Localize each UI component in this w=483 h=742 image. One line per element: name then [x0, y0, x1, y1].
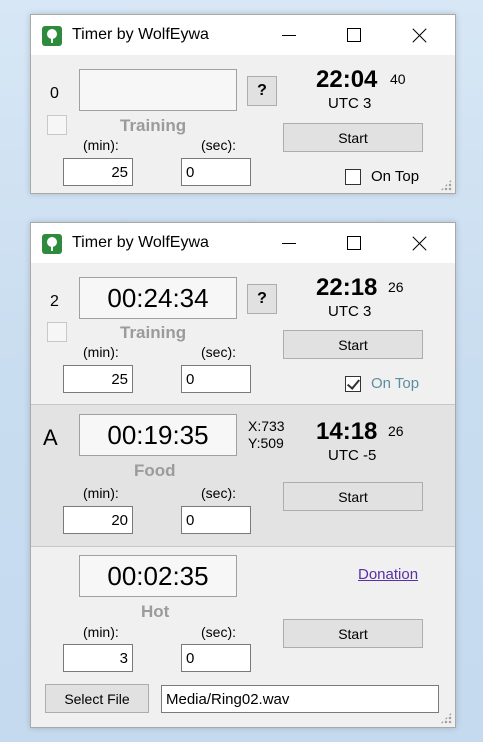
maximize-button[interactable] — [334, 229, 374, 257]
start-button[interactable]: Start — [283, 330, 423, 359]
sec-label: (sec): — [201, 624, 236, 640]
minutes-input[interactable]: 3 — [63, 644, 133, 672]
utc-label: UTC 3 — [328, 95, 372, 112]
minutes-input[interactable]: 20 — [63, 506, 133, 534]
sec-label: (sec): — [201, 137, 236, 153]
clock-seconds: 40 — [390, 71, 406, 87]
timer-display — [79, 69, 237, 111]
help-button[interactable]: ? — [247, 284, 277, 314]
clock-time: 22:18 — [316, 274, 378, 301]
coord-x: X:733 — [248, 418, 285, 434]
help-button[interactable]: ? — [247, 76, 277, 106]
min-label: (min): — [83, 485, 119, 501]
timer-panel-hot: 00:02:35 Donation Hot (min): (sec): 3 0 … — [31, 546, 455, 727]
timer-display: 00:24:34 — [79, 277, 237, 319]
sec-label: (sec): — [201, 344, 236, 360]
minutes-input[interactable]: 25 — [63, 158, 133, 186]
seconds-input[interactable]: 0 — [181, 158, 251, 186]
timer-counter: 0 — [50, 85, 59, 102]
start-button[interactable]: Start — [283, 619, 423, 648]
timer-letter: A — [43, 425, 58, 450]
timer-counter: 2 — [50, 293, 59, 310]
sec-label: (sec): — [201, 485, 236, 501]
resize-grip[interactable] — [440, 179, 452, 191]
start-button[interactable]: Start — [283, 123, 423, 152]
donation-link[interactable]: Donation — [358, 566, 418, 583]
min-label: (min): — [83, 137, 119, 153]
clock-time: 14:18 — [316, 418, 378, 445]
timer-name: Hot — [141, 602, 170, 621]
utc-label: UTC 3 — [328, 303, 372, 320]
timer-window-large: Timer by WolfEywa 2 00:24:34 ? 22:18 26 … — [30, 222, 456, 728]
coord-y: Y:509 — [248, 435, 284, 451]
tree-app-icon — [42, 26, 62, 46]
timer-enable-checkbox[interactable] — [47, 115, 67, 135]
min-label: (min): — [83, 344, 119, 360]
minutes-input[interactable]: 25 — [63, 365, 133, 393]
min-label: (min): — [83, 624, 119, 640]
close-button[interactable] — [399, 229, 439, 257]
timer-name: Training — [120, 323, 187, 342]
seconds-input[interactable]: 0 — [181, 506, 251, 534]
maximize-button[interactable] — [334, 21, 374, 49]
minimize-button[interactable] — [269, 21, 309, 49]
window-title: Timer by WolfEywa — [72, 26, 209, 43]
title-bar[interactable]: Timer by WolfEywa — [31, 15, 455, 55]
on-top-label: On Top — [371, 375, 420, 392]
timer-name: Training — [120, 116, 187, 135]
clock-time: 22:04 — [316, 66, 378, 93]
select-file-button[interactable]: Select File — [45, 684, 149, 713]
seconds-input[interactable]: 0 — [181, 365, 251, 393]
on-top-checkbox[interactable] — [345, 169, 361, 185]
on-top-label: On Top — [371, 168, 420, 185]
tree-app-icon — [42, 234, 62, 254]
start-button[interactable]: Start — [283, 482, 423, 511]
clock-seconds: 26 — [388, 279, 404, 295]
timer-panel-food: A 00:19:35 X:733 Y:509 14:18 26 UTC -5 F… — [31, 404, 455, 547]
utc-label: UTC -5 — [328, 447, 377, 464]
on-top-checkbox[interactable] — [345, 376, 361, 392]
timer-name: Food — [134, 461, 176, 480]
resize-grip[interactable] — [440, 712, 452, 724]
close-button[interactable] — [399, 21, 439, 49]
title-bar[interactable]: Timer by WolfEywa — [31, 223, 455, 263]
timer-display: 00:19:35 — [79, 414, 237, 456]
timer-panel-training: 2 00:24:34 ? 22:18 26 UTC 3 Training (mi… — [31, 263, 455, 404]
clock-seconds: 26 — [388, 423, 404, 439]
timer-enable-checkbox[interactable] — [47, 322, 67, 342]
timer-window-small: Timer by WolfEywa 0 ? 22:04 40 UTC 3 Tra… — [30, 14, 456, 194]
seconds-input[interactable]: 0 — [181, 644, 251, 672]
minimize-button[interactable] — [269, 229, 309, 257]
timer-display: 00:02:35 — [79, 555, 237, 597]
sound-file-path-input[interactable]: Media/Ring02.wav — [161, 685, 439, 713]
window-title: Timer by WolfEywa — [72, 234, 209, 251]
